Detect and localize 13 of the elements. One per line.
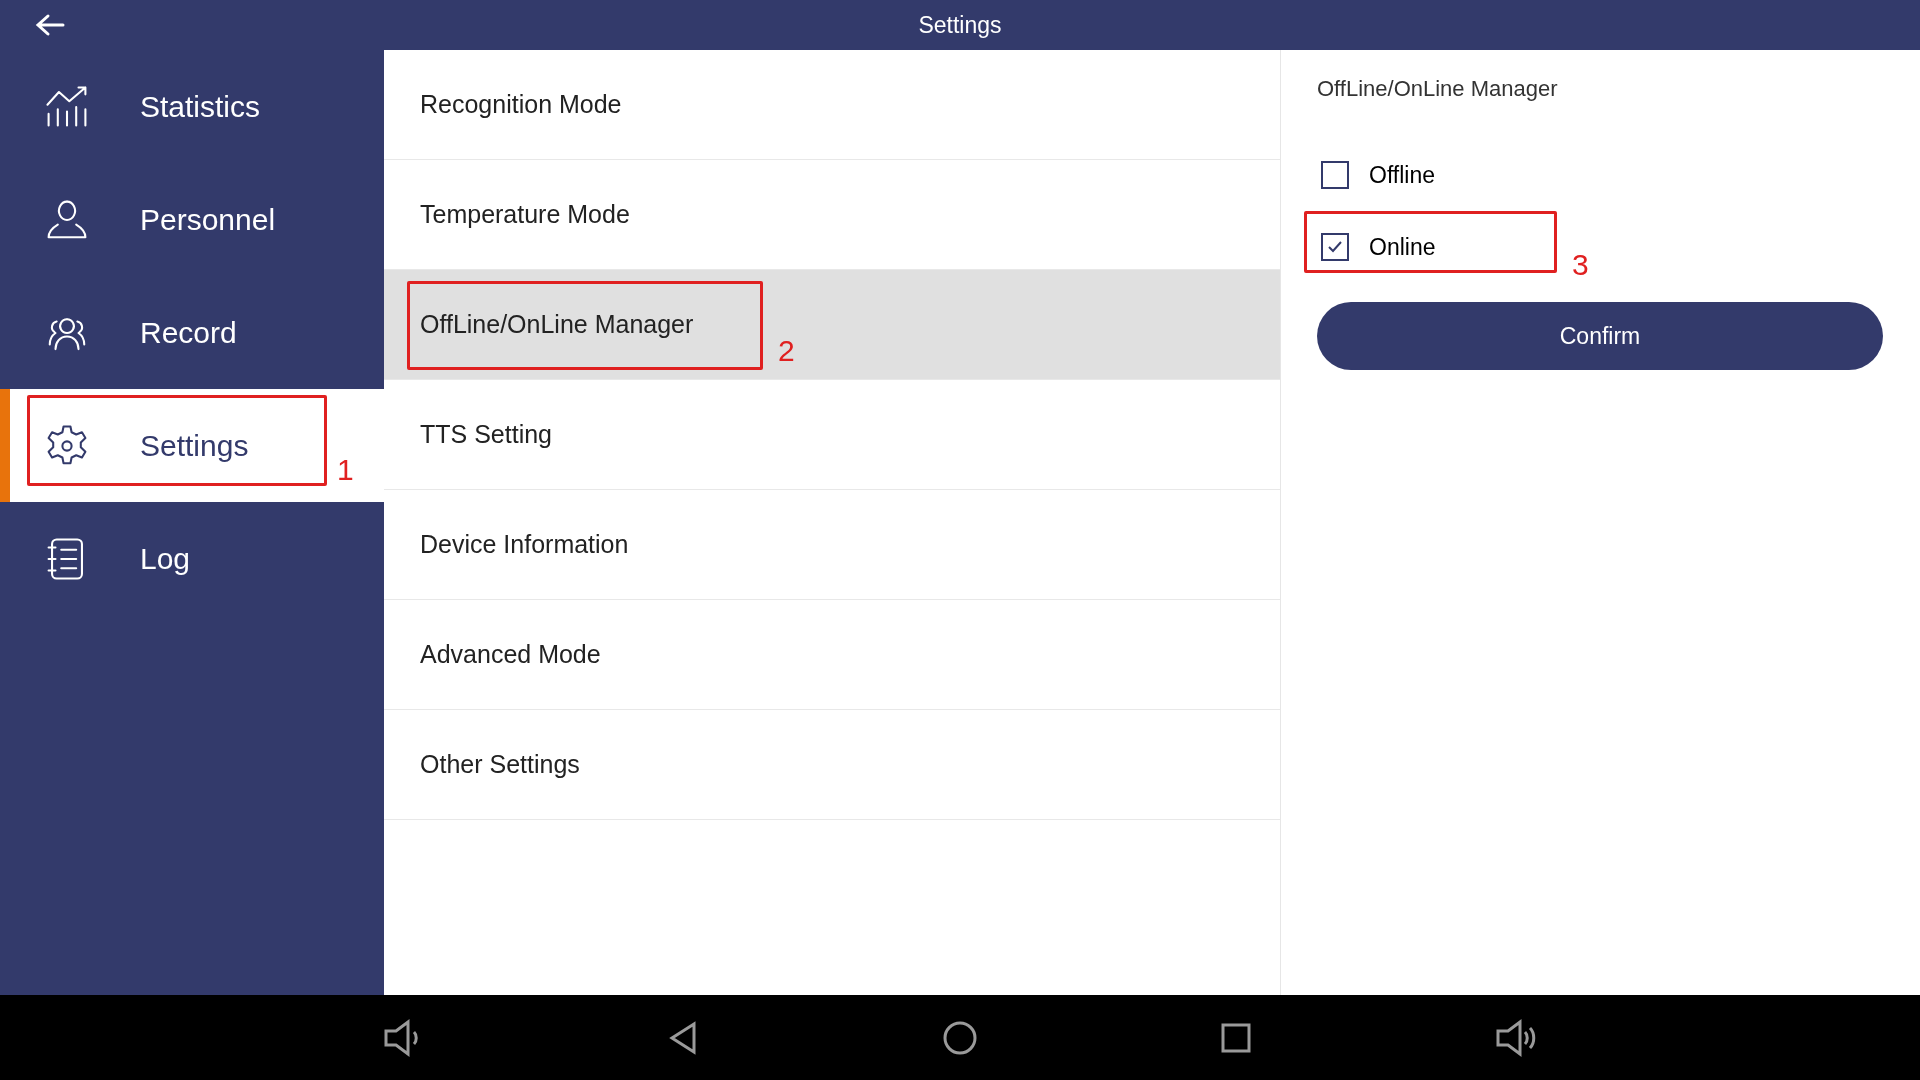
sidebar-item[interactable]: Record xyxy=(0,276,384,389)
checkmark-icon xyxy=(1327,240,1343,254)
sidebar-item[interactable]: Statistics xyxy=(0,50,384,163)
annotation-number: 1 xyxy=(337,455,354,485)
sidebar-item[interactable]: Personnel xyxy=(0,163,384,276)
option-checkbox[interactable]: Offline xyxy=(1317,160,1883,190)
screen-title: Settings xyxy=(918,10,1002,40)
panel-title: OffLine/OnLine Manager xyxy=(1317,75,1559,103)
back-arrow-icon xyxy=(35,13,65,37)
annotation-number: 3 xyxy=(1572,250,1589,280)
sidebar-item[interactable]: Log xyxy=(0,502,384,615)
confirm-button[interactable]: Confirm xyxy=(1317,302,1883,370)
annotation-number: 2 xyxy=(778,336,795,366)
